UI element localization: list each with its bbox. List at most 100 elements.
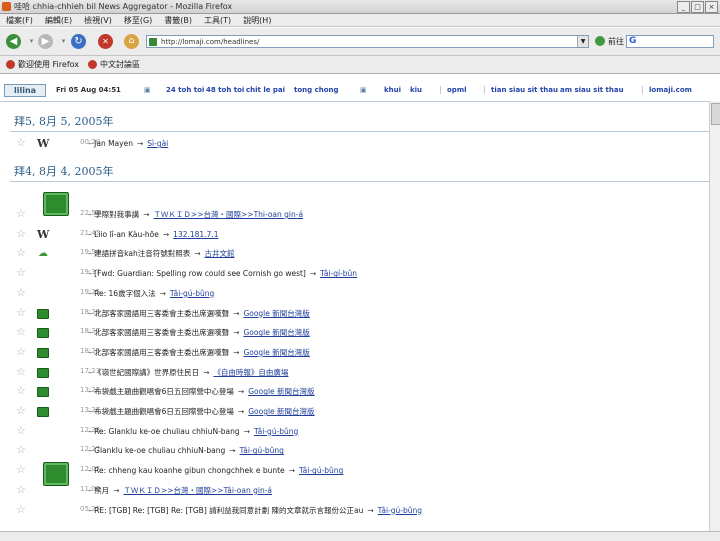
- source-link[interactable]: Google 新聞台灣版: [243, 309, 309, 318]
- star-icon[interactable]: ☆: [16, 464, 26, 476]
- article-link[interactable]: 北部客家國語用三客委會主委出席選嘆聲: [94, 348, 229, 357]
- bookmark-item[interactable]: 歡迎使用 Firefox: [6, 59, 79, 70]
- menu-tools[interactable]: 工具(T): [204, 14, 231, 26]
- article-link[interactable]: [Fwd: Guardian: Spelling row could see C…: [94, 269, 306, 278]
- source-link[interactable]: 《自由時報》自由廣場: [213, 368, 288, 377]
- star-icon[interactable]: ☆: [16, 137, 26, 149]
- stop-button[interactable]: ✕: [98, 34, 113, 49]
- link-24h[interactable]: 24 toh toi: [166, 86, 204, 94]
- aggregator-header: lilina Fri 05 Aug 04:51 ▣ 24 toh toi 48 …: [0, 79, 720, 102]
- forward-dropdown-icon[interactable]: ▾: [56, 34, 71, 49]
- menu-edit[interactable]: 編輯(E): [45, 14, 72, 26]
- star-icon[interactable]: ☆: [16, 227, 26, 240]
- link-all[interactable]: tong chong: [294, 86, 339, 94]
- source-link[interactable]: Google 新聞台灣版: [248, 387, 314, 396]
- computer-icon: [37, 387, 49, 398]
- close-button[interactable]: ×: [705, 1, 718, 13]
- star-icon[interactable]: ☆: [16, 405, 26, 417]
- link-48h[interactable]: 48 toh toi: [206, 86, 244, 94]
- go-label[interactable]: 前往: [608, 36, 624, 47]
- article-link[interactable]: Re: chheng kau koanhe gibun chongchhek e…: [94, 466, 285, 475]
- source-link[interactable]: Sì-gài: [147, 139, 168, 148]
- star-icon[interactable]: ☆: [16, 385, 26, 397]
- star-icon[interactable]: ☆: [16, 345, 26, 358]
- url-input[interactable]: [161, 36, 571, 47]
- menu-view[interactable]: 檢視(V): [84, 14, 112, 26]
- article-link[interactable]: RE: [TGB] Re: [TGB] Re: [TGB] 請利益我同意計劃 陳…: [94, 506, 363, 515]
- star-icon[interactable]: ☆: [16, 326, 26, 338]
- item-text: – 布袋戲主題曲觀唱會6日五回際營中心登場 → Google 新聞台灣版: [88, 385, 315, 398]
- source-link[interactable]: Tâi-gí-bûn: [320, 269, 357, 278]
- star-icon[interactable]: ☆: [16, 286, 26, 299]
- star-icon[interactable]: ☆: [16, 444, 26, 456]
- article-link[interactable]: 北部客家國語用三客委會主委出席選嘆聲: [94, 309, 229, 318]
- link-lomaji[interactable]: lomaji.com: [642, 86, 692, 94]
- source-link[interactable]: Google 新聞台灣版: [243, 348, 309, 357]
- article-link[interactable]: Liio lî-an Kàu-hōe: [94, 230, 159, 239]
- bookmarks-toolbar: 歡迎使用 Firefox 中文討論區: [0, 56, 720, 74]
- star-icon[interactable]: ☆: [16, 208, 26, 220]
- reload-button[interactable]: ↻: [71, 34, 86, 49]
- source-link[interactable]: Tâi-gú-bûng: [378, 506, 422, 515]
- article-link[interactable]: Jan Mayen: [94, 139, 133, 148]
- vertical-scrollbar[interactable]: [709, 101, 720, 531]
- star-icon[interactable]: ☆: [16, 503, 26, 516]
- back-button[interactable]: ◀: [6, 34, 21, 49]
- link-opml[interactable]: opml: [440, 86, 467, 94]
- menu-file[interactable]: 檔案(F): [6, 14, 33, 26]
- star-icon[interactable]: ☆: [16, 365, 26, 378]
- address-bar[interactable]: ▼: [146, 35, 589, 48]
- firefox-icon: [2, 2, 11, 11]
- source-link[interactable]: 132.181.7.1: [173, 230, 218, 239]
- article-link[interactable]: Glanklu ke-oe chuliau chhiuN-bang: [94, 446, 225, 455]
- source-link[interactable]: Tâi-gú-bûng: [170, 289, 214, 298]
- go-icon[interactable]: [595, 36, 605, 46]
- wikipedia-icon: W: [37, 137, 50, 150]
- article-link[interactable]: 布袋戲主題曲觀唱會6日五回際營中心登場: [94, 387, 234, 396]
- source-link[interactable]: Tâi-gú-bûng: [254, 427, 298, 436]
- item-text: – 《嶺世紀國際講》世界原住民日 → 《自由時報》自由廣場: [88, 366, 288, 379]
- star-icon[interactable]: ☆: [16, 424, 26, 437]
- lilina-logo[interactable]: lilina: [4, 84, 46, 97]
- article-link[interactable]: 熊月: [94, 486, 109, 495]
- article-link[interactable]: Re: 16歲字個入法: [94, 289, 155, 298]
- article-link[interactable]: 學際對我事講: [94, 210, 139, 219]
- minimize-button[interactable]: _: [677, 1, 690, 13]
- arrow-icon: →: [309, 269, 317, 279]
- link-expand[interactable]: khui: [384, 86, 401, 94]
- feed-avatar-icon: [43, 462, 69, 486]
- star-icon[interactable]: ☆: [16, 267, 26, 279]
- link-hide-all-titles[interactable]: am siau sit thau: [560, 86, 624, 94]
- article-link[interactable]: Re: Glanklu ke-oe chuliau chhiuN-bang: [94, 427, 240, 436]
- menu-help[interactable]: 說明(H): [243, 14, 271, 26]
- computer-icon: [37, 347, 49, 358]
- article-link[interactable]: 布袋戲主題曲觀唱會6日五回際營中心登場: [94, 407, 234, 416]
- source-link[interactable]: ＴＷＫＩＤ>>台灣・國際>>Tâi-oan gin-á: [123, 486, 272, 495]
- bookmark-item[interactable]: 中文討論區: [88, 59, 140, 70]
- source-link[interactable]: Tâi-gú-bûng: [299, 466, 343, 475]
- search-input[interactable]: G: [626, 35, 714, 48]
- article-link[interactable]: 建語拼音kah注音符號對照表: [94, 249, 190, 258]
- home-button[interactable]: ⌂: [124, 34, 139, 49]
- url-dropdown-icon[interactable]: ▼: [577, 36, 588, 47]
- link-collapse[interactable]: kiu: [410, 86, 422, 94]
- article-link[interactable]: 《嶺世紀國際講》世界原住民日: [94, 368, 199, 377]
- source-link[interactable]: Google 新聞台灣版: [248, 407, 314, 416]
- article-link[interactable]: 北部客家國語用三客委會主委出席選嘆聲: [94, 328, 229, 337]
- forward-button[interactable]: ▶: [38, 34, 53, 49]
- source-link[interactable]: Google 新聞台灣版: [243, 328, 309, 337]
- star-icon[interactable]: ☆: [16, 247, 26, 259]
- source-link[interactable]: Tâi-gú-bûng: [240, 446, 284, 455]
- link-show-all-titles[interactable]: tian siau sit thau: [484, 86, 558, 94]
- link-week[interactable]: chit le pai: [246, 86, 285, 94]
- scrollbar-thumb[interactable]: [711, 103, 720, 125]
- current-datetime: Fri 05 Aug 04:51: [56, 86, 121, 94]
- source-link[interactable]: ＴＷＫＩＤ>>台灣・國際>>Thi-oan gin-á: [153, 210, 303, 219]
- source-link[interactable]: 古井文館: [205, 249, 235, 258]
- maximize-button[interactable]: □: [691, 1, 704, 13]
- star-icon[interactable]: ☆: [16, 306, 26, 319]
- menu-go[interactable]: 移至(G): [124, 14, 152, 26]
- menu-bookmarks[interactable]: 書籤(B): [164, 14, 192, 26]
- star-icon[interactable]: ☆: [16, 483, 26, 496]
- back-dropdown-icon[interactable]: ▾: [24, 34, 39, 49]
